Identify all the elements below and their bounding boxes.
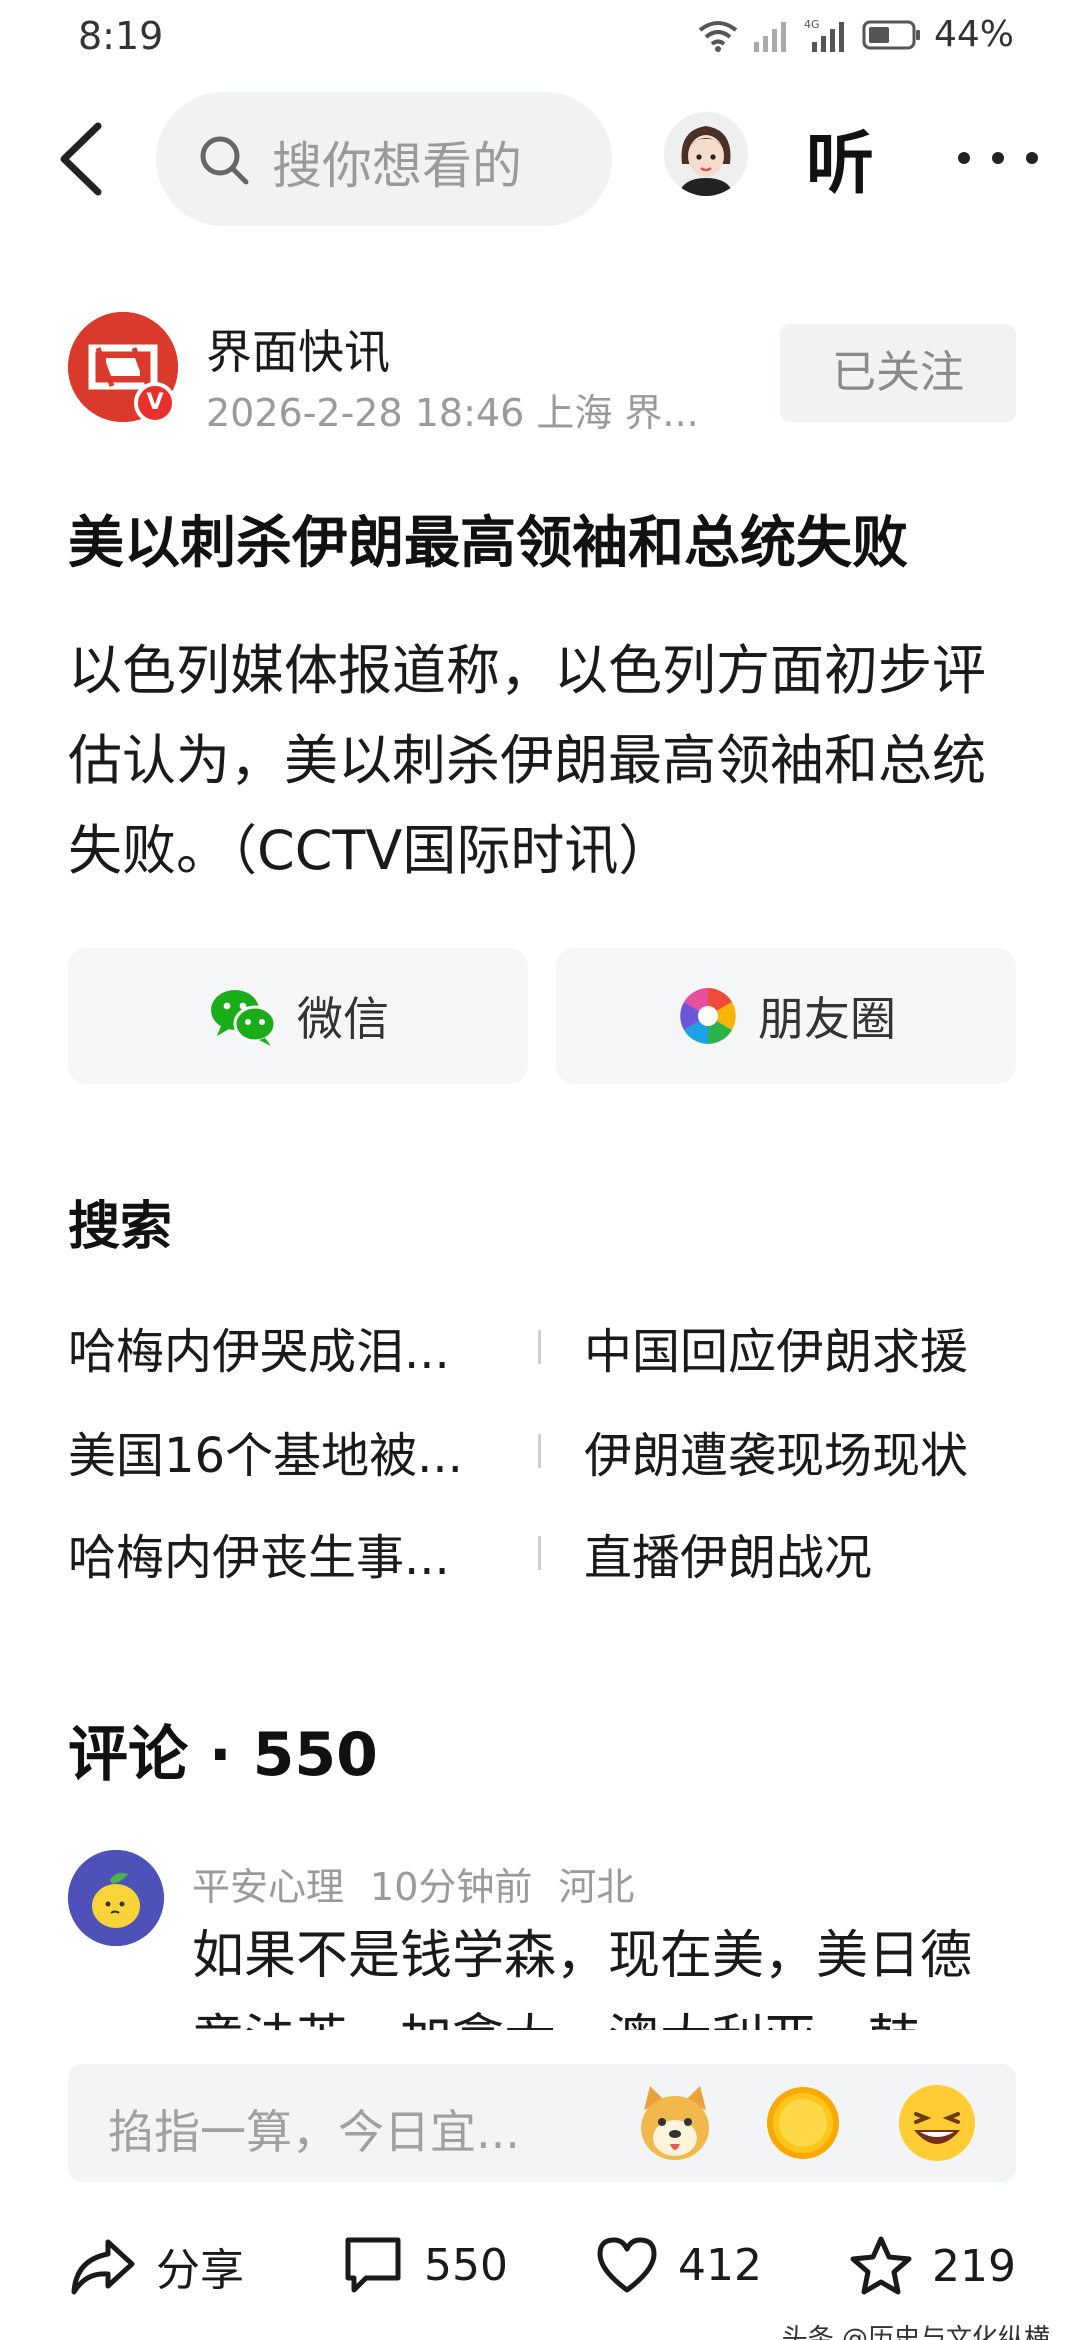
author-name[interactable]: 界面快讯 xyxy=(206,316,390,382)
comment-text: 如果不是钱学森，现在美，美日德意法英，加拿大，澳大利亚，韩 xyxy=(192,1926,973,2030)
search-icon xyxy=(200,136,249,185)
more-dots-icon xyxy=(958,152,1038,164)
user-avatar[interactable] xyxy=(664,112,748,196)
article-title: 美以刺杀伊朗最高领袖和总统失败 xyxy=(68,511,908,576)
comments-title: 评论 · 550 xyxy=(68,1720,378,1790)
like-count: 412 xyxy=(678,2239,762,2291)
status-bar: 8:19 4G 44% xyxy=(0,0,1080,80)
battery-percent: 44% xyxy=(933,14,1014,55)
wifi-icon xyxy=(698,20,738,52)
author-meta: 2026-2-28 18:46 上海 界... xyxy=(206,391,699,435)
sun-emoji-icon[interactable] xyxy=(756,2076,850,2170)
search-input[interactable]: 搜你想看的 xyxy=(156,92,612,226)
commenter-name[interactable]: 平安心理 xyxy=(192,1865,344,1909)
signal-4g-icon: 4G xyxy=(804,18,844,52)
svg-text:4G: 4G xyxy=(804,18,820,31)
author-row: V 界面快讯 2026-2-28 18:46 上海 界... 已关注 xyxy=(68,312,1018,442)
back-button[interactable] xyxy=(48,114,118,204)
share-button[interactable]: 分享 xyxy=(68,2234,244,2298)
comment-meta: 平安心理 10分钟前 河北 xyxy=(192,1856,660,1911)
divider xyxy=(538,1330,541,1364)
status-icons: 4G 44% xyxy=(696,14,1014,55)
heart-icon xyxy=(597,2237,657,2293)
screen: 8:19 4G 44% 搜你想看的 听 V 界面快讯 2026-2-28 18:… xyxy=(0,0,1080,2340)
favorite-button[interactable]: 219 xyxy=(848,2234,1016,2298)
comment-input[interactable]: 掐指一算，今日宜... xyxy=(68,2064,1016,2182)
wechat-icon xyxy=(211,990,277,1046)
star-icon xyxy=(850,2236,912,2295)
search-suggestion[interactable]: 哈梅内伊哭成泪... xyxy=(68,1312,450,1382)
comment-input-placeholder: 掐指一算，今日宜... xyxy=(108,2105,520,2159)
author-avatar[interactable]: V xyxy=(68,312,178,424)
commenter-avatar[interactable] xyxy=(68,1850,164,1946)
lemon-avatar-icon xyxy=(68,1850,164,1946)
top-nav: 搜你想看的 听 xyxy=(0,88,1080,228)
comment-count: 550 xyxy=(424,2239,508,2291)
more-button[interactable] xyxy=(950,146,1060,170)
laughing-emoji-icon[interactable] xyxy=(890,2076,984,2170)
article-body: 以色列媒体报道称，以色列方面初步评估认为，美以刺杀伊朗最高领袖和总统失败。（CC… xyxy=(68,639,986,882)
share-moments-button[interactable]: 朋友圈 xyxy=(556,948,1016,1084)
verified-badge: V xyxy=(134,382,176,424)
signal-icon xyxy=(753,21,786,52)
comment-bubble-icon xyxy=(345,2237,401,2293)
comment-item: 平安心理 10分钟前河北 如果不是钱学森，现在美，美日德意法英，加拿大，澳大利亚，… xyxy=(68,1850,1028,2030)
divider xyxy=(538,1434,541,1468)
search-suggestion[interactable]: 中国回应伊朗求援 xyxy=(584,1312,968,1382)
share-moments-label: 朋友圈 xyxy=(758,992,896,1046)
battery-icon xyxy=(862,20,920,49)
search-suggestion[interactable]: 哈梅内伊丧生事... xyxy=(68,1518,450,1588)
status-time: 8:19 xyxy=(78,14,164,58)
search-placeholder: 搜你想看的 xyxy=(272,137,522,195)
favorite-count: 219 xyxy=(932,2240,1016,2292)
search-section-title: 搜索 xyxy=(68,1197,173,1257)
doge-emoji-icon[interactable] xyxy=(628,2076,722,2170)
chevron-left-icon xyxy=(60,122,102,196)
search-suggestion[interactable]: 美国16个基地被... xyxy=(68,1416,463,1486)
share-wechat-label: 微信 xyxy=(297,992,389,1046)
search-suggestion[interactable]: 直播伊朗战况 xyxy=(584,1518,872,1588)
divider xyxy=(538,1536,541,1570)
search-suggestion[interactable]: 伊朗遭袭现场现状 xyxy=(584,1416,968,1486)
comment-location: 河北 xyxy=(558,1865,635,1909)
watermark: 头条 @历史与文化纵横 xyxy=(781,2324,1050,2340)
moments-icon xyxy=(680,988,736,1044)
comment-time: 10分钟前 xyxy=(370,1865,533,1909)
like-button[interactable]: 412 xyxy=(594,2234,762,2296)
share-label: 分享 xyxy=(156,2245,244,2296)
follow-button[interactable]: 已关注 xyxy=(780,324,1016,422)
share-arrow-icon xyxy=(71,2239,135,2295)
listen-button[interactable]: 听 xyxy=(806,108,874,207)
avatar-illustration xyxy=(664,112,748,196)
share-wechat-button[interactable]: 微信 xyxy=(68,948,528,1084)
comment-button[interactable]: 550 xyxy=(340,2234,508,2296)
